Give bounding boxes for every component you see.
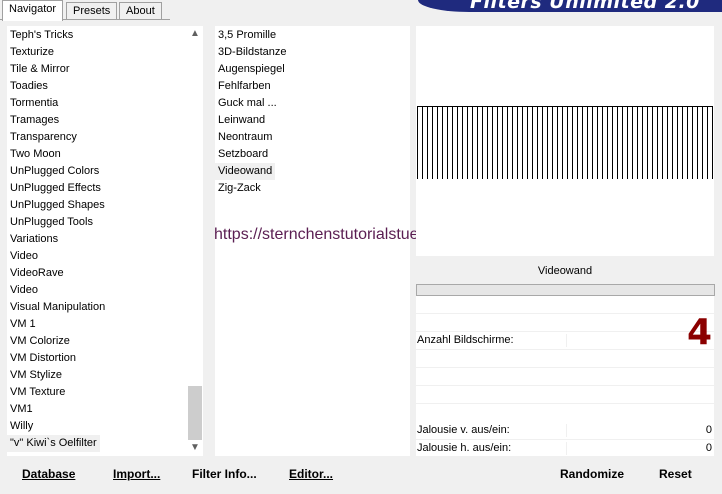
filter-item[interactable]: Videowand [215, 163, 276, 180]
filter-item[interactable]: Guck mal ... [215, 95, 280, 112]
param-row-empty [416, 368, 714, 386]
category-item[interactable]: VM Texture [7, 384, 68, 401]
category-item[interactable]: VM Distortion [7, 350, 79, 367]
category-item[interactable]: Variations [7, 231, 61, 248]
filter-item[interactable]: Fehlfarben [215, 78, 274, 95]
param-row-jalousie-h[interactable]: Jalousie h. aus/ein: 0 [416, 440, 714, 458]
scroll-down-icon[interactable]: ▼ [187, 440, 203, 456]
param-divider [566, 424, 567, 437]
scroll-up-icon[interactable]: ▲ [187, 26, 203, 42]
category-item[interactable]: Video [7, 282, 41, 299]
randomize-button[interactable]: Randomize [560, 461, 624, 487]
category-item[interactable]: Video [7, 248, 41, 265]
category-item[interactable]: Teph's Tricks [7, 27, 76, 44]
banner-title: Filters Unlimited 2.0 [470, 0, 700, 12]
category-item[interactable]: Willy [7, 418, 36, 435]
category-list[interactable]: Teph's Tricks Texturize Tile & Mirror Toadi… [7, 26, 187, 456]
param-row-empty [416, 296, 714, 314]
category-item[interactable]: VM Colorize [7, 333, 73, 350]
param-divider [566, 334, 567, 347]
category-item[interactable]: Transparency [7, 129, 80, 146]
category-scrollbar[interactable]: ▲ ▼ [187, 26, 203, 456]
category-item[interactable]: Tramages [7, 112, 62, 129]
filter-item[interactable]: Setzboard [215, 146, 271, 163]
category-item[interactable]: Texturize [7, 44, 57, 61]
category-item[interactable]: Toadies [7, 78, 51, 95]
category-item[interactable]: VM1 [7, 401, 36, 418]
filter-item[interactable]: Zig-Zack [215, 180, 264, 197]
app-banner: Filters Unlimited 2.0 [418, 0, 722, 12]
param-label: Jalousie v. aus/ein: [417, 424, 510, 436]
category-item[interactable]: Visual Manipulation [7, 299, 108, 316]
category-item[interactable]: Tile & Mirror [7, 61, 72, 78]
reset-button[interactable]: Reset [659, 461, 692, 487]
param-value: 0 [705, 424, 712, 436]
filter-item[interactable]: 3D-Bildstanze [215, 44, 289, 61]
preview-pane [416, 26, 714, 256]
tab-navigator[interactable]: Navigator [2, 0, 64, 21]
category-item[interactable]: "v" Kiwi`s Oelfilter [7, 435, 100, 452]
parameter-area: Anzahl Bildschirme: Jalousie v. aus/ein:… [416, 296, 714, 458]
category-item[interactable]: Tormentia [7, 95, 61, 112]
step-number: 4 [687, 312, 713, 353]
param-row-anzahl[interactable]: Anzahl Bildschirme: [416, 332, 714, 350]
filter-item[interactable]: Augenspiegel [215, 61, 288, 78]
param-label: Jalousie h. aus/ein: [417, 442, 512, 454]
filter-info-button[interactable]: Filter Info... [192, 461, 257, 487]
param-row-empty [416, 350, 714, 368]
tab-about[interactable]: About [119, 2, 162, 19]
category-item[interactable]: VideoRave [7, 265, 67, 282]
filter-item[interactable]: 3,5 Promille [215, 27, 279, 44]
param-divider [566, 442, 567, 455]
param-row-jalousie-v[interactable]: Jalousie v. aus/ein: 0 [416, 422, 714, 440]
database-button[interactable]: Database [22, 461, 75, 487]
param-row-empty [416, 386, 714, 404]
current-filter-name: Videowand [416, 261, 714, 281]
category-item[interactable]: Two Moon [7, 146, 64, 163]
category-item[interactable]: UnPlugged Colors [7, 163, 102, 180]
param-row-empty [416, 314, 714, 332]
category-item[interactable]: UnPlugged Shapes [7, 197, 108, 214]
param-label: Anzahl Bildschirme: [417, 334, 514, 346]
category-item[interactable]: UnPlugged Effects [7, 180, 104, 197]
category-item[interactable]: VM Stylize [7, 367, 65, 384]
category-item[interactable]: UnPlugged Tools [7, 214, 96, 231]
progress-bar [416, 284, 715, 296]
category-item[interactable]: VM 1 [7, 316, 39, 333]
import-button[interactable]: Import... [113, 461, 160, 487]
tab-presets[interactable]: Presets [66, 2, 118, 19]
preview-stripes [417, 106, 713, 179]
editor-button[interactable]: Editor... [289, 461, 333, 487]
filter-item[interactable]: Leinwand [215, 112, 268, 129]
param-value: 0 [705, 442, 712, 454]
scroll-thumb[interactable] [188, 386, 202, 440]
filter-item[interactable]: Neontraum [215, 129, 275, 146]
